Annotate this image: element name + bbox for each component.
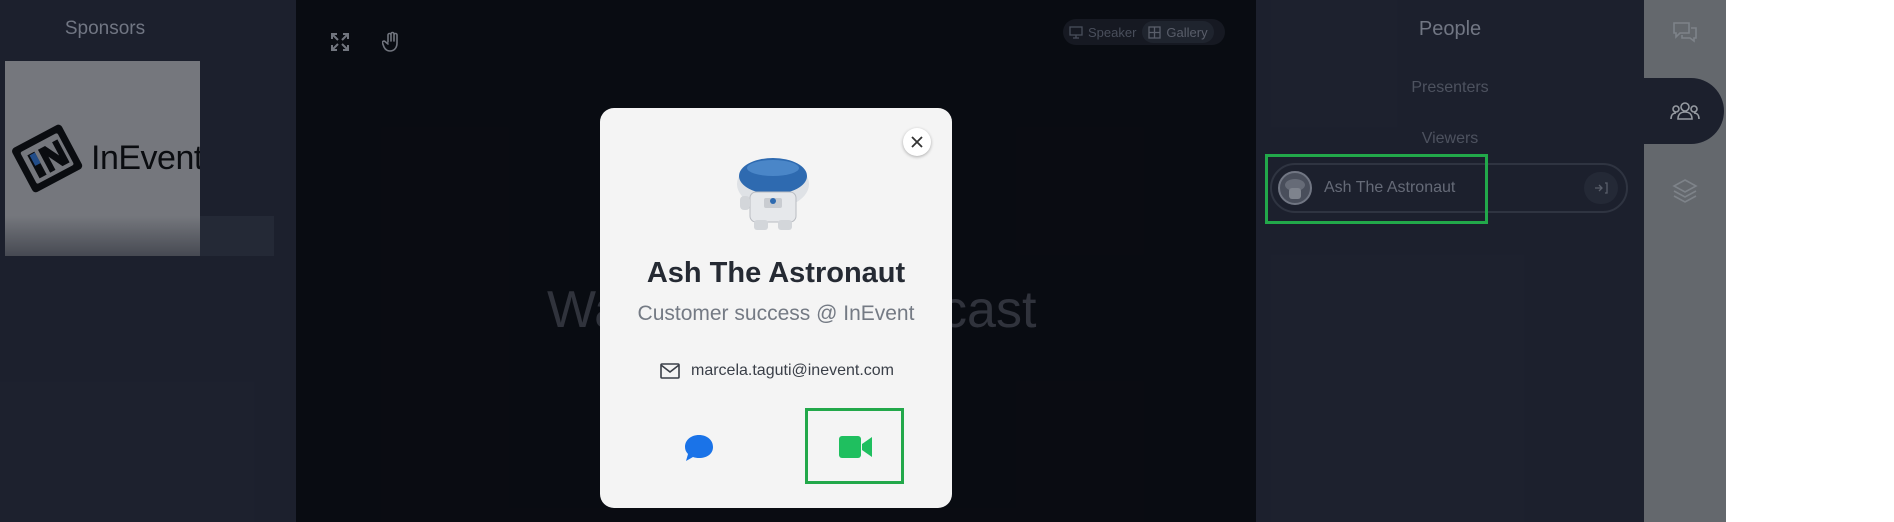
profile-email-row: marcela.taguti@inevent.com — [660, 362, 894, 380]
modal-close-button[interactable] — [903, 128, 931, 156]
video-button-highlight — [805, 408, 904, 484]
app-root: Sponsors InEvent Speaker Gallery People … — [0, 0, 1894, 522]
astronaut-avatar-icon — [737, 158, 809, 230]
chat-bubble-icon — [685, 435, 713, 461]
profile-email: marcela.taguti@inevent.com — [691, 362, 894, 379]
viewer-row-highlight — [1265, 154, 1488, 224]
close-icon — [911, 136, 923, 148]
profile-name: Ash The Astronaut — [646, 257, 906, 289]
profile-role: Customer success @ InEvent — [637, 302, 915, 325]
envelope-icon — [660, 363, 680, 379]
profile-chat-button[interactable] — [680, 430, 718, 466]
